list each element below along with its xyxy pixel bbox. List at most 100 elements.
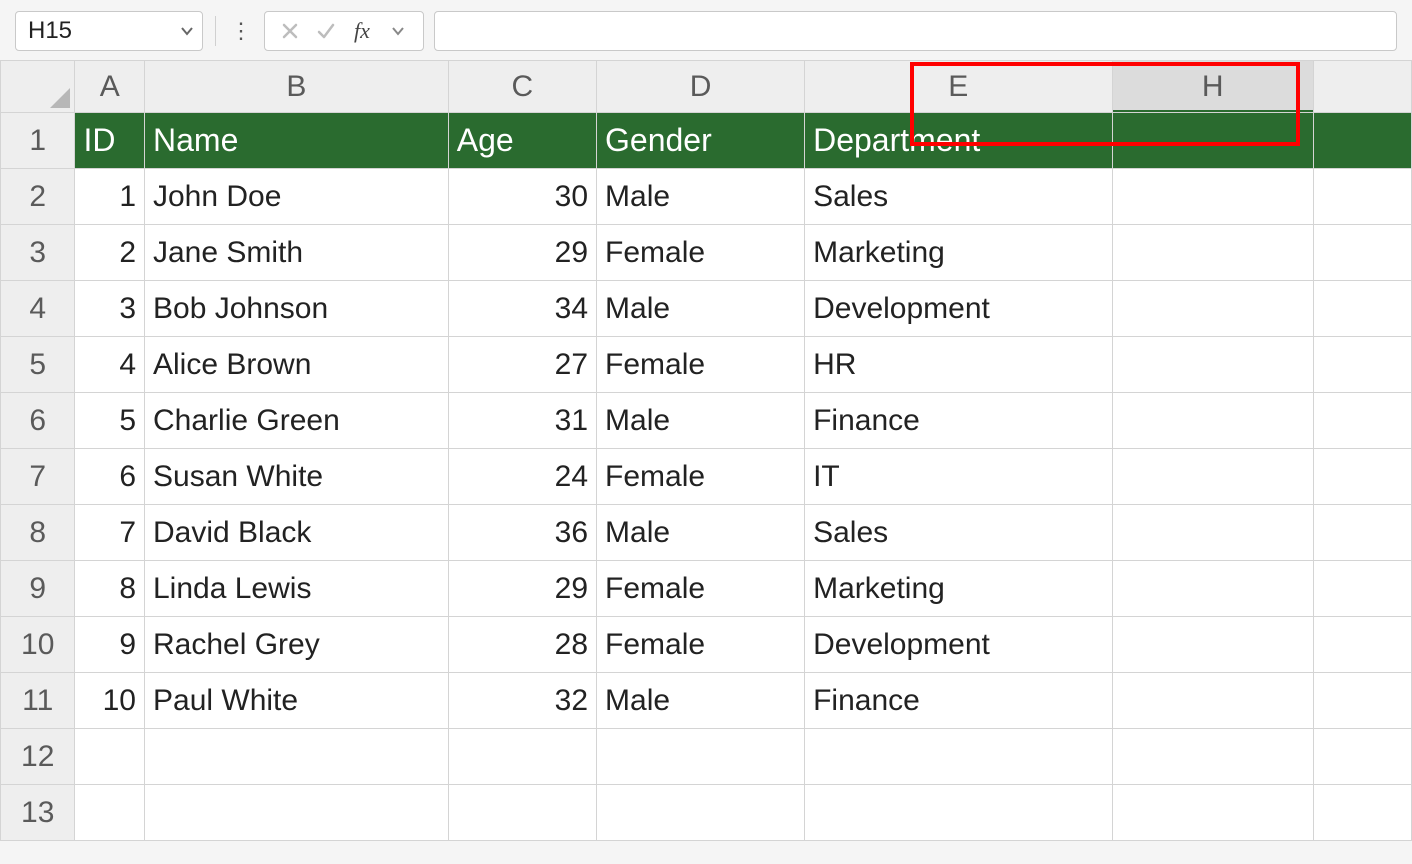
cell[interactable] [75,729,145,785]
cell[interactable]: Sales [805,505,1112,561]
cell[interactable]: 10 [75,673,145,729]
cell[interactable]: 1 [75,169,145,225]
cell[interactable] [597,785,805,841]
cell[interactable]: 7 [75,505,145,561]
row-header[interactable]: 11 [1,673,75,729]
cell[interactable]: Female [597,617,805,673]
cell[interactable]: 8 [75,561,145,617]
row-header[interactable]: 5 [1,337,75,393]
cell[interactable]: 32 [448,673,596,729]
cell[interactable] [1112,449,1313,505]
cell[interactable]: Finance [805,673,1112,729]
cell[interactable] [1112,225,1313,281]
cell[interactable]: Finance [805,393,1112,449]
cell[interactable]: Charlie Green [145,393,449,449]
cell[interactable] [1112,617,1313,673]
cell[interactable] [145,785,449,841]
cell[interactable]: IT [805,449,1112,505]
cell[interactable]: Sales [805,169,1112,225]
cell[interactable] [1112,113,1313,169]
cell[interactable]: Male [597,673,805,729]
cell[interactable] [1313,337,1411,393]
cell[interactable]: 31 [448,393,596,449]
cell[interactable]: Male [597,393,805,449]
cell[interactable]: Male [597,169,805,225]
cell[interactable] [1112,785,1313,841]
cell[interactable]: 4 [75,337,145,393]
cell[interactable]: 24 [448,449,596,505]
cell[interactable]: 5 [75,393,145,449]
cell[interactable]: David Black [145,505,449,561]
cell[interactable]: Marketing [805,561,1112,617]
cell[interactable] [1313,281,1411,337]
cell[interactable]: Marketing [805,225,1112,281]
cell[interactable] [75,785,145,841]
row-header[interactable]: 8 [1,505,75,561]
cell[interactable] [1313,169,1411,225]
row-header[interactable]: 7 [1,449,75,505]
cell[interactable]: ID [75,113,145,169]
cell[interactable]: Paul White [145,673,449,729]
cell[interactable]: Male [597,505,805,561]
cell[interactable]: 29 [448,561,596,617]
formula-bar-expand-icon[interactable] [381,14,415,48]
drag-handle-icon[interactable]: ⋮ [228,20,254,42]
col-header-C[interactable]: C [448,61,596,113]
row-header[interactable]: 9 [1,561,75,617]
enter-icon[interactable] [309,14,343,48]
cell[interactable]: Female [597,337,805,393]
cell[interactable] [597,729,805,785]
cell[interactable] [1313,225,1411,281]
cell[interactable] [1313,785,1411,841]
cell[interactable] [1313,561,1411,617]
cell[interactable]: Development [805,281,1112,337]
cell[interactable]: Male [597,281,805,337]
cell[interactable]: Age [448,113,596,169]
cell[interactable] [1313,449,1411,505]
cell[interactable]: Rachel Grey [145,617,449,673]
row-header[interactable]: 10 [1,617,75,673]
cell[interactable]: Female [597,561,805,617]
cell[interactable] [145,729,449,785]
cell[interactable]: John Doe [145,169,449,225]
cell[interactable]: Susan White [145,449,449,505]
cell[interactable]: Jane Smith [145,225,449,281]
cell[interactable]: 34 [448,281,596,337]
col-header-A[interactable]: A [75,61,145,113]
cell[interactable]: Female [597,225,805,281]
cell[interactable]: Development [805,617,1112,673]
insert-function-icon[interactable]: fx [345,14,379,48]
row-header[interactable]: 3 [1,225,75,281]
col-header-B[interactable]: B [145,61,449,113]
cell[interactable] [1313,505,1411,561]
cell[interactable]: 6 [75,449,145,505]
cancel-icon[interactable] [273,14,307,48]
col-header-blank[interactable] [1313,61,1411,113]
cell[interactable]: Female [597,449,805,505]
cell[interactable]: Bob Johnson [145,281,449,337]
cell[interactable] [448,729,596,785]
name-box-dropdown-icon[interactable] [180,24,194,38]
name-box[interactable]: H15 [15,11,203,51]
row-header[interactable]: 1 [1,113,75,169]
cell[interactable] [1112,393,1313,449]
cell[interactable] [1112,281,1313,337]
row-header[interactable]: 6 [1,393,75,449]
cell[interactable] [1112,673,1313,729]
cell[interactable] [1112,337,1313,393]
cell[interactable]: 9 [75,617,145,673]
cell[interactable] [805,729,1112,785]
cell[interactable]: 30 [448,169,596,225]
row-header[interactable]: 4 [1,281,75,337]
cell[interactable]: 29 [448,225,596,281]
cell[interactable]: Gender [597,113,805,169]
cell[interactable] [1112,729,1313,785]
cell[interactable]: Department [805,113,1112,169]
cell[interactable] [448,785,596,841]
cell[interactable] [1313,729,1411,785]
row-header[interactable]: 2 [1,169,75,225]
cell[interactable] [1112,561,1313,617]
grid-table[interactable]: A B C D E H 1 ID Name Age Gender Departm… [0,60,1412,841]
col-header-D[interactable]: D [597,61,805,113]
cell[interactable] [1313,673,1411,729]
